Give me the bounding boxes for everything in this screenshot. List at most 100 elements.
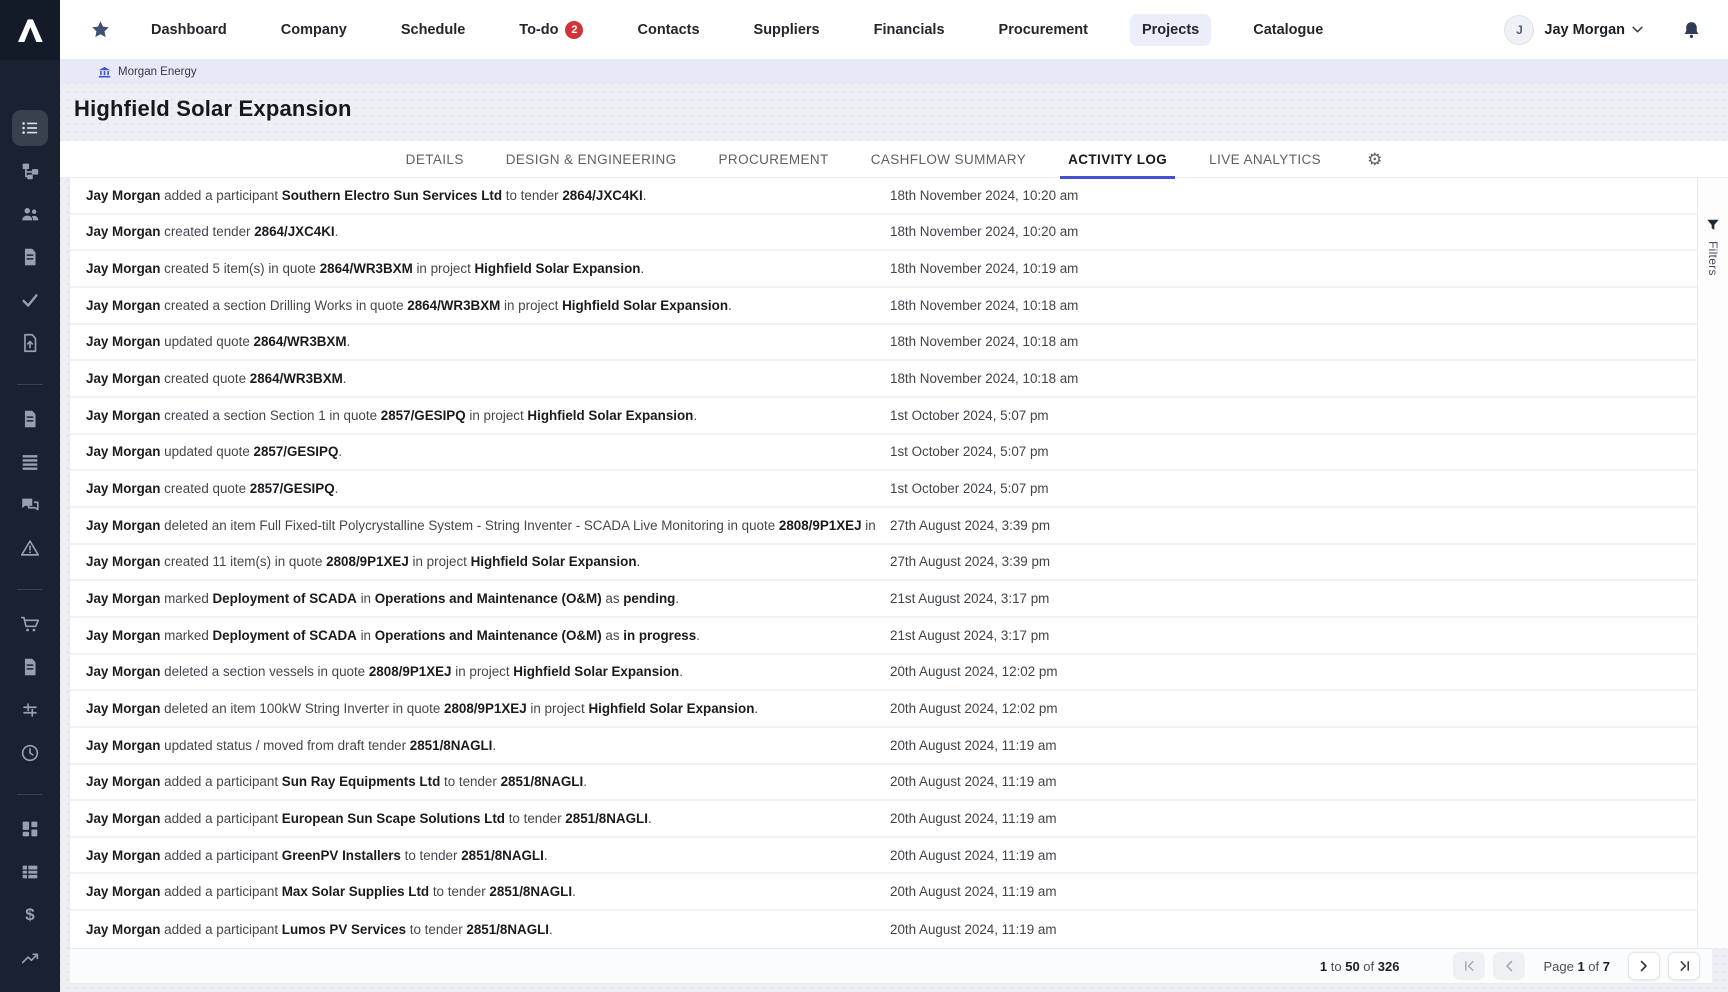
first-page-button[interactable] bbox=[1453, 952, 1485, 980]
tab-cashflow-summary[interactable]: CASHFLOW SUMMARY bbox=[871, 141, 1026, 178]
avatar[interactable]: J bbox=[1504, 15, 1534, 45]
activity-text: Jay Morgan deleted a section vessels in … bbox=[86, 664, 683, 679]
last-page-button[interactable] bbox=[1668, 952, 1700, 980]
activity-row[interactable]: Jay Morgan created 11 item(s) in quote 2… bbox=[70, 545, 1697, 582]
activity-timestamp: 20th August 2024, 11:19 am bbox=[890, 922, 1057, 937]
sidebar-item-quotes-file[interactable] bbox=[12, 649, 48, 685]
activity-timestamp: 20th August 2024, 11:19 am bbox=[890, 811, 1057, 826]
activity-text: Jay Morgan added a participant Sun Ray E… bbox=[86, 774, 587, 789]
activity-row[interactable]: Jay Morgan added a participant Southern … bbox=[70, 178, 1697, 215]
activity-row[interactable]: Jay Morgan created quote 2857/GESIPQ.1st… bbox=[70, 471, 1697, 508]
activity-text: Jay Morgan deleted an item 100kW String … bbox=[86, 701, 758, 716]
nav-item-projects[interactable]: Projects bbox=[1130, 14, 1211, 46]
activity-row[interactable]: Jay Morgan updated status / moved from d… bbox=[70, 728, 1697, 765]
activity-timestamp: 1st October 2024, 5:07 pm bbox=[890, 481, 1049, 496]
activity-row[interactable]: Jay Morgan updated quote 2857/GESIPQ.1st… bbox=[70, 435, 1697, 472]
activity-row[interactable]: Jay Morgan created a section Section 1 i… bbox=[70, 398, 1697, 435]
activity-row[interactable]: Jay Morgan updated quote 2864/WR3BXM.18t… bbox=[70, 325, 1697, 362]
nav-item-financials[interactable]: Financials bbox=[862, 14, 957, 46]
activity-row[interactable]: Jay Morgan added a participant Lumos PV … bbox=[70, 911, 1697, 948]
avatar-initial: J bbox=[1516, 23, 1523, 37]
sidebar-item-activity-list[interactable] bbox=[12, 110, 48, 146]
sidebar-item-people[interactable] bbox=[12, 196, 48, 232]
pagination-range: 1 to 50 of 326 bbox=[1320, 959, 1400, 974]
tab-procurement[interactable]: PROCUREMENT bbox=[719, 141, 829, 178]
sidebar-item-tasks-check[interactable] bbox=[12, 282, 48, 318]
filters-panel-toggle[interactable]: Filters bbox=[1697, 178, 1728, 948]
sidebar-item-history-clock[interactable] bbox=[12, 735, 48, 771]
sidebar-divider bbox=[17, 384, 43, 385]
favorite-star-icon[interactable] bbox=[89, 19, 111, 41]
activity-text: Jay Morgan created a section Section 1 i… bbox=[86, 408, 697, 423]
sidebar-item-adjustments[interactable] bbox=[12, 692, 48, 728]
activity-text: Jay Morgan updated status / moved from d… bbox=[86, 738, 496, 753]
tab-bar: DETAILS DESIGN & ENGINEERING PROCUREMENT CA… bbox=[60, 141, 1728, 178]
nav-item-company[interactable]: Company bbox=[269, 14, 359, 46]
activity-row[interactable]: Jay Morgan deleted an item 100kW String … bbox=[70, 691, 1697, 728]
nav-item-schedule[interactable]: Schedule bbox=[389, 14, 477, 46]
tab-design-engineering[interactable]: DESIGN & ENGINEERING bbox=[506, 141, 677, 178]
activity-row[interactable]: Jay Morgan created quote 2864/WR3BXM.18t… bbox=[70, 361, 1697, 398]
sidebar-item-trends[interactable] bbox=[12, 940, 48, 976]
nav-item-label: Suppliers bbox=[754, 22, 820, 38]
activity-text: Jay Morgan created a section Drilling Wo… bbox=[86, 298, 732, 313]
tab-details[interactable]: DETAILS bbox=[406, 141, 464, 178]
sidebar-item-file-upload[interactable] bbox=[12, 325, 48, 361]
activity-text: Jay Morgan marked Deployment of SCADA in… bbox=[86, 591, 679, 606]
dollar-icon: $ bbox=[25, 905, 34, 925]
activity-timestamp: 18th November 2024, 10:18 am bbox=[890, 298, 1078, 313]
breadcrumb[interactable]: Morgan Energy bbox=[60, 60, 1728, 84]
sidebar-item-cart[interactable] bbox=[12, 606, 48, 642]
sidebar-item-table[interactable] bbox=[12, 854, 48, 890]
nav-item-suppliers[interactable]: Suppliers bbox=[742, 14, 832, 46]
tab-activity-log[interactable]: ACTIVITY LOG bbox=[1068, 141, 1167, 178]
activity-row[interactable]: Jay Morgan created a section Drilling Wo… bbox=[70, 288, 1697, 325]
filters-label: Filters bbox=[1706, 241, 1720, 276]
next-page-button[interactable] bbox=[1628, 952, 1660, 980]
activity-row[interactable]: Jay Morgan marked Deployment of SCADA in… bbox=[70, 581, 1697, 618]
sidebar-item-chat[interactable] bbox=[12, 487, 48, 523]
activity-row[interactable]: Jay Morgan created tender 2864/JXC4KI.18… bbox=[70, 215, 1697, 252]
activity-text: Jay Morgan updated quote 2864/WR3BXM. bbox=[86, 334, 350, 349]
activity-row[interactable]: Jay Morgan added a participant Sun Ray E… bbox=[70, 765, 1697, 802]
nav-item-label: Company bbox=[281, 22, 347, 38]
nav-item-label: Financials bbox=[874, 22, 945, 38]
activity-timestamp: 27th August 2024, 3:39 pm bbox=[890, 554, 1050, 569]
activity-row[interactable]: Jay Morgan added a participant Max Solar… bbox=[70, 874, 1697, 911]
activity-timestamp: 20th August 2024, 11:19 am bbox=[890, 774, 1057, 789]
filter-funnel-icon bbox=[1706, 218, 1720, 232]
app-logo[interactable] bbox=[0, 0, 60, 60]
nav-item-catalogue[interactable]: Catalogue bbox=[1241, 14, 1335, 46]
bank-icon bbox=[98, 66, 111, 79]
sidebar-item-hierarchy[interactable] bbox=[12, 153, 48, 189]
activity-row[interactable]: Jay Morgan created 5 item(s) in quote 28… bbox=[70, 251, 1697, 288]
chevron-down-icon bbox=[1632, 26, 1643, 33]
settings-gear-icon[interactable]: ⚙ bbox=[1367, 151, 1382, 168]
nav-item-procurement[interactable]: Procurement bbox=[987, 14, 1100, 46]
sidebar-item-finance-dollar[interactable]: $ bbox=[12, 897, 48, 933]
pagination-page-label: Page 1 of 7 bbox=[1543, 959, 1610, 974]
nav-item-dashboard[interactable]: Dashboard bbox=[139, 14, 239, 46]
previous-page-button[interactable] bbox=[1493, 952, 1525, 980]
activity-row[interactable]: Jay Morgan deleted an item Full Fixed-ti… bbox=[70, 508, 1697, 545]
sidebar-item-dashboard-grid[interactable] bbox=[12, 811, 48, 847]
activity-row[interactable]: Jay Morgan marked Deployment of SCADA in… bbox=[70, 618, 1697, 655]
sidebar-item-warning[interactable] bbox=[12, 530, 48, 566]
sidebar-item-rows[interactable] bbox=[12, 444, 48, 480]
activity-list: Jay Morgan added a participant Southern … bbox=[70, 178, 1697, 948]
chevrons-last-icon bbox=[1678, 960, 1691, 972]
nav-item-to-do[interactable]: To-do2 bbox=[507, 13, 595, 47]
activity-timestamp: 1st October 2024, 5:07 pm bbox=[890, 444, 1049, 459]
activity-timestamp: 1st October 2024, 5:07 pm bbox=[890, 408, 1049, 423]
activity-row[interactable]: Jay Morgan added a participant GreenPV I… bbox=[70, 838, 1697, 875]
sidebar-item-documents[interactable] bbox=[12, 239, 48, 275]
activity-row[interactable]: Jay Morgan added a participant European … bbox=[70, 801, 1697, 838]
tab-live-analytics[interactable]: LIVE ANALYTICS bbox=[1209, 141, 1321, 178]
user-menu[interactable]: Jay Morgan bbox=[1544, 22, 1643, 38]
chevron-right-icon bbox=[1639, 960, 1649, 972]
sidebar-item-file[interactable] bbox=[12, 401, 48, 437]
notification-bell-icon[interactable] bbox=[1681, 19, 1702, 41]
chevrons-first-icon bbox=[1463, 960, 1476, 972]
nav-item-contacts[interactable]: Contacts bbox=[625, 14, 711, 46]
activity-row[interactable]: Jay Morgan deleted a section vessels in … bbox=[70, 655, 1697, 692]
